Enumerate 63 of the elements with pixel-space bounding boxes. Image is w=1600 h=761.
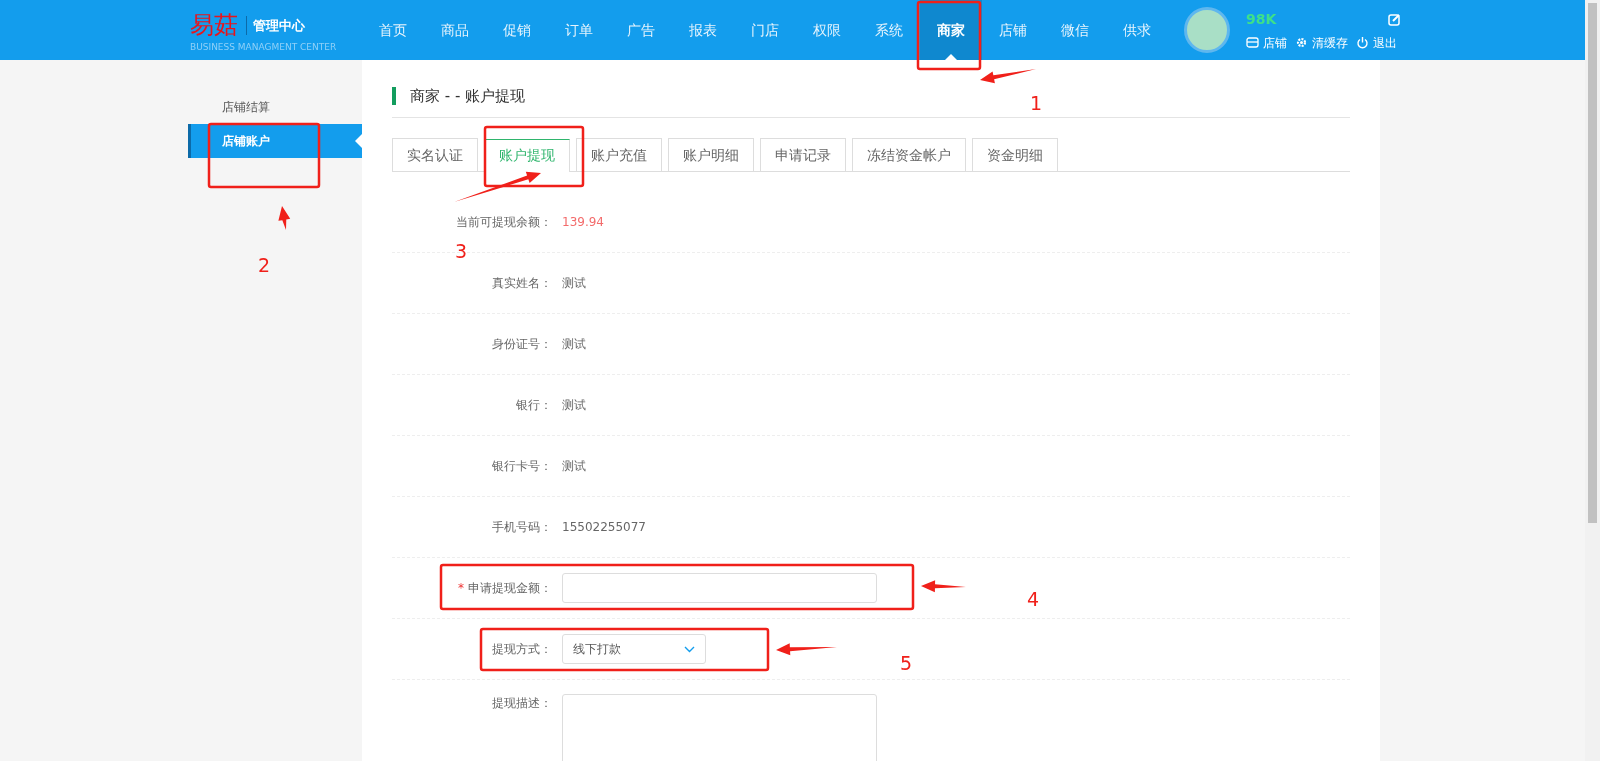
annotation-number: 2: [258, 254, 271, 276]
header-link[interactable]: 退出: [1356, 33, 1397, 52]
nav-item[interactable]: 供求: [1106, 0, 1168, 60]
settings-icon: [1295, 36, 1308, 49]
nav-item[interactable]: 门店: [734, 0, 796, 60]
field-value: 测试: [562, 336, 586, 353]
app-subtitle: BUSINESS MANAGMENT CENTER: [190, 41, 338, 55]
nav-item[interactable]: 商品: [424, 0, 486, 60]
header-link[interactable]: 清缓存: [1295, 33, 1348, 52]
field-value: 测试: [562, 397, 586, 414]
user-name: 98K: [1246, 9, 1277, 29]
nav-item[interactable]: 促销: [486, 0, 548, 60]
logo: 易菇: [190, 13, 238, 38]
field-label: 申请提现金额：: [468, 581, 552, 595]
field-label: 当前可提现余额：: [456, 215, 552, 229]
tab[interactable]: 实名认证: [392, 138, 478, 171]
nav-item[interactable]: 权限: [796, 0, 858, 60]
field-label: 手机号码：: [492, 520, 552, 534]
input-field[interactable]: [562, 573, 877, 603]
annotation-arrow: [278, 206, 291, 230]
field-label: 身份证号：: [492, 337, 552, 351]
field-label: 银行：: [516, 398, 552, 412]
nav-item[interactable]: 微信: [1044, 0, 1106, 60]
annotation-frame: [916, 0, 982, 71]
annotation-arrow: [980, 69, 1036, 84]
annotation-number: 1: [1030, 92, 1043, 114]
nav-item[interactable]: 商家: [920, 0, 982, 60]
tab[interactable]: 账户提现: [484, 139, 570, 172]
nav-item[interactable]: 首页: [362, 0, 424, 60]
avatar: [1184, 7, 1230, 53]
caret-icon: [684, 645, 695, 653]
scrollbar[interactable]: [1585, 0, 1600, 761]
nav-item[interactable]: 系统: [858, 0, 920, 60]
field-value: 15502255077: [562, 519, 646, 536]
tab[interactable]: 账户充值: [576, 138, 662, 171]
field-label: 提现方式：: [492, 642, 552, 656]
tab[interactable]: 申请记录: [760, 138, 846, 171]
select-field[interactable]: 线下打款: [562, 634, 706, 664]
annotation-number: 5: [900, 652, 913, 674]
required-mark: *: [458, 581, 464, 595]
field-label: 提现描述：: [492, 696, 552, 710]
field-label: 银行卡号：: [492, 459, 552, 473]
annotation-number: 4: [1027, 588, 1040, 610]
field-value: 测试: [562, 458, 586, 475]
sidebar-item[interactable]: 店铺结算: [188, 90, 362, 124]
shop-icon: [1246, 36, 1259, 49]
select-value: 线下打款: [573, 641, 621, 658]
header-link[interactable]: 店铺: [1246, 33, 1287, 52]
edit-icon[interactable]: [1388, 12, 1401, 26]
tab[interactable]: 冻结资金帐户: [852, 138, 966, 171]
annotation-number: 3: [455, 240, 468, 262]
nav-item[interactable]: 订单: [548, 0, 610, 60]
tab[interactable]: 账户明细: [668, 138, 754, 171]
field-label: 真实姓名：: [492, 276, 552, 290]
sidebar-item[interactable]: 店铺账户: [188, 124, 362, 158]
nav-item[interactable]: 广告: [610, 0, 672, 60]
nav-item[interactable]: 报表: [672, 0, 734, 60]
power-icon: [1356, 36, 1369, 49]
app-title: 管理中心: [246, 15, 305, 35]
field-value: 测试: [562, 275, 586, 292]
field-value: 139.94: [562, 214, 604, 231]
nav-item[interactable]: 店铺: [982, 0, 1044, 60]
tab[interactable]: 资金明细: [972, 138, 1058, 171]
